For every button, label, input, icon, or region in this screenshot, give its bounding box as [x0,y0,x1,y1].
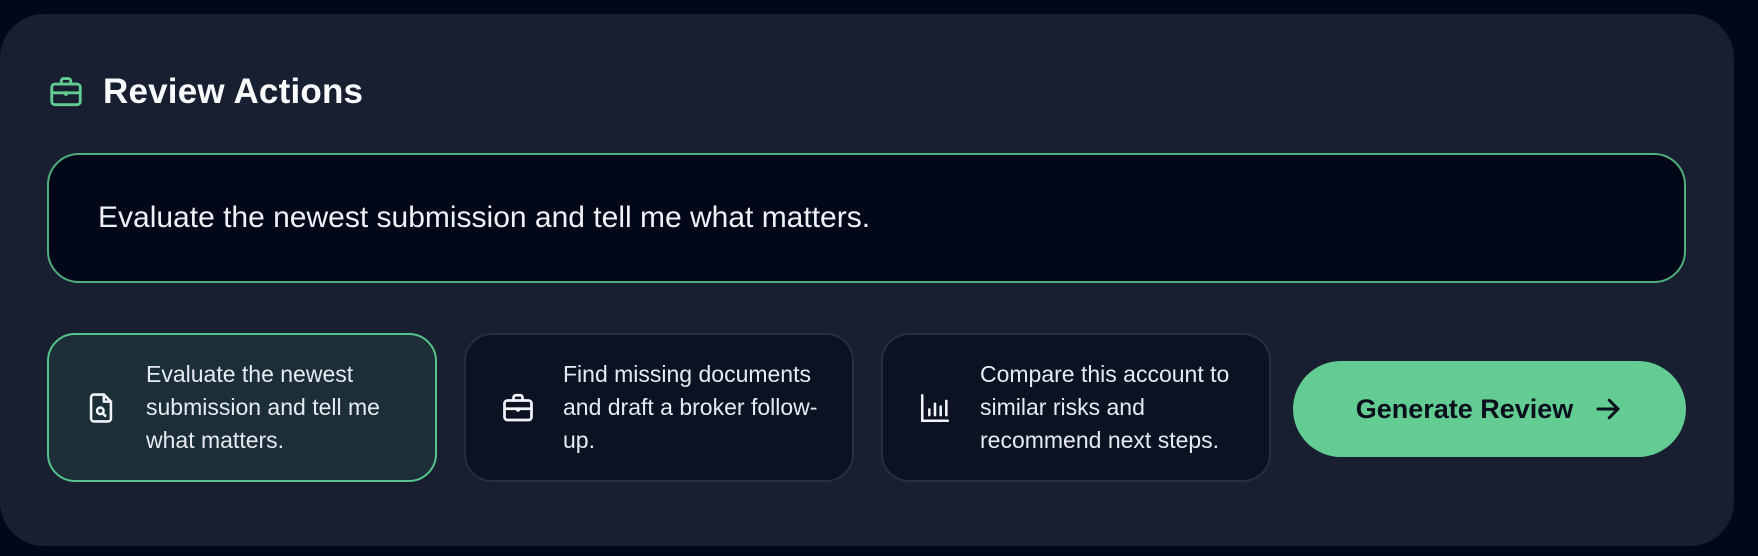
suggestion-card-compare[interactable]: Compare this account to similar risks an… [881,333,1271,482]
suggestion-card-evaluate[interactable]: Evaluate the newest submission and tell … [47,333,437,482]
suggestion-card-label: Evaluate the newest submission and tell … [146,361,380,453]
generate-review-label: Generate Review [1355,393,1574,424]
suggestion-cards: Evaluate the newest submission and tell … [47,333,1271,482]
suggestion-card-label: Compare this account to similar risks an… [980,361,1230,453]
briefcase-icon [500,390,536,426]
suggestion-card-missing-docs[interactable]: Find missing documents and draft a broke… [464,333,854,482]
generate-review-button[interactable]: Generate Review [1293,361,1686,457]
panel-title: Review Actions [103,72,364,111]
arrow-right-icon [1593,394,1623,424]
bar-chart-icon [917,390,953,426]
prompt-input[interactable]: Evaluate the newest submission and tell … [47,153,1686,283]
document-search-icon [83,390,119,426]
prompt-input-value: Evaluate the newest submission and tell … [98,201,871,234]
briefcase-icon [47,73,85,111]
suggestion-card-label: Find missing documents and draft a broke… [563,361,818,453]
panel-header: Review Actions [47,72,363,112]
